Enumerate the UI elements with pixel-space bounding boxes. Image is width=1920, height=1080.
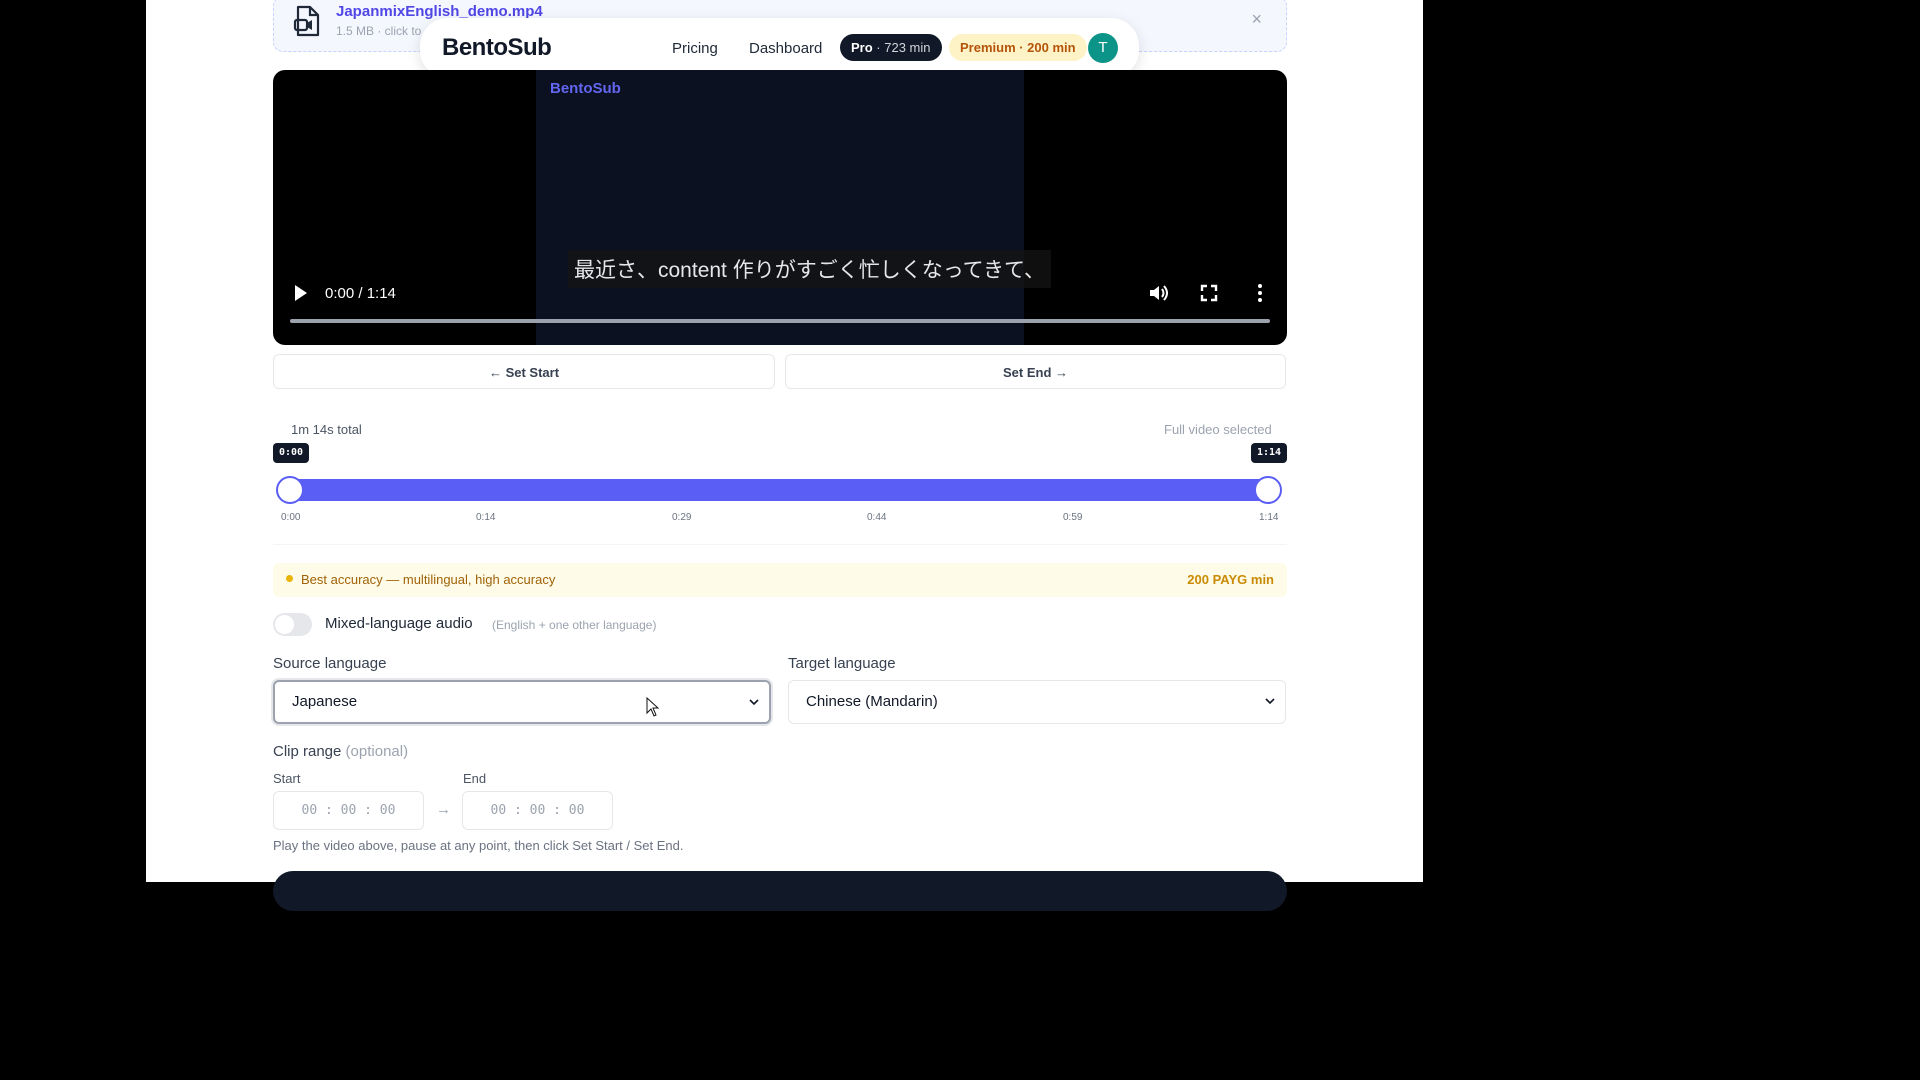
timeline-selection-bar[interactable] [290,479,1268,501]
file-meta: 1.5 MB · click to [336,24,422,38]
mouse-cursor-icon [646,697,660,717]
timeline-status: Full video selected [1164,422,1272,437]
video-time: 0:00 / 1:14 [325,285,396,302]
mixed-language-toggle[interactable] [273,613,312,636]
target-language-select[interactable]: Chinese (Mandarin) [788,680,1286,724]
volume-icon[interactable] [1147,282,1169,304]
pro-label: Pro [851,40,873,55]
status-dot-icon [286,575,293,582]
toggle-knob [275,615,294,634]
nav-dashboard-link[interactable]: Dashboard [749,40,822,57]
pro-minutes-badge[interactable]: Pro · 723 min [840,34,942,61]
timeline-start-handle[interactable] [276,476,304,504]
source-language-value: Japanese [292,693,358,710]
start-time-badge: 0:00 [273,443,310,463]
source-language-label: Source language [273,655,387,672]
timeline-tick: 0:00 [281,512,301,523]
timeline-tick: 0:29 [672,512,692,523]
target-language-value: Chinese (Mandarin) [806,693,938,710]
timeline-tick: 0:14 [476,512,496,523]
payg-minutes: 200 PAYG min [1187,572,1274,587]
timeline-total: 1m 14s total [291,422,362,437]
avatar[interactable]: T [1088,33,1118,63]
timeline-tick: 0:44 [867,512,887,523]
play-icon[interactable] [293,284,309,302]
chevron-down-icon [749,699,759,706]
video-watermark: BentoSub [550,80,621,97]
brand-logo[interactable]: BentoSub [442,34,552,62]
video-frame: BentoSub [536,70,1024,345]
timeline-tick: 0:59 [1063,512,1083,523]
clip-end-label: End [463,771,487,786]
accuracy-banner: Best accuracy — multilingual, high accur… [273,563,1287,597]
clip-range-label: Clip range [273,743,342,760]
clip-range-optional: (optional) [345,743,409,760]
clip-help-text: Play the video above, pause at any point… [273,838,684,853]
top-nav: BentoSub Pricing Dashboard Pro · 723 min… [420,18,1139,78]
arrow-right-icon: → [436,801,451,818]
mixed-language-label: Mixed-language audio [325,615,473,632]
end-time-badge: 1:14 [1251,443,1288,463]
fullscreen-icon[interactable] [1198,282,1220,304]
accuracy-text: Best accuracy — multilingual, high accur… [301,572,556,587]
divider [273,544,1287,545]
clip-start-label: Start [273,771,301,786]
source-language-select[interactable]: Japanese [273,680,771,724]
chevron-down-icon [1265,698,1275,705]
video-subtitle: 最近さ、content 作りがすごく忙しくなってきて、 [568,250,1051,288]
set-start-button[interactable]: ← Set Start [273,354,775,389]
video-file-icon [293,5,320,37]
set-end-button[interactable]: Set End → [785,354,1286,389]
timeline-end-handle[interactable] [1254,476,1282,504]
timeline-tick: 1:14 [1259,512,1279,523]
nav-pricing-link[interactable]: Pricing [672,40,718,57]
clip-start-input[interactable]: 00 : 00 : 00 [273,791,424,830]
pro-minutes: · 723 min [876,40,931,55]
clip-end-input[interactable]: 00 : 00 : 00 [462,791,613,830]
seek-bar[interactable] [290,319,1270,323]
premium-minutes-badge[interactable]: Premium · 200 min [949,34,1087,61]
clip-range-title: Clip range (optional) [273,743,408,760]
video-player[interactable]: BentoSub 最近さ、content 作りがすごく忙しくなってきて、 0:0… [273,70,1287,345]
mixed-language-hint: (English + one other language) [492,618,657,632]
primary-action-button[interactable] [273,871,1287,911]
target-language-label: Target language [788,655,896,672]
more-options-icon[interactable] [1249,282,1271,304]
close-icon[interactable]: × [1251,9,1262,30]
